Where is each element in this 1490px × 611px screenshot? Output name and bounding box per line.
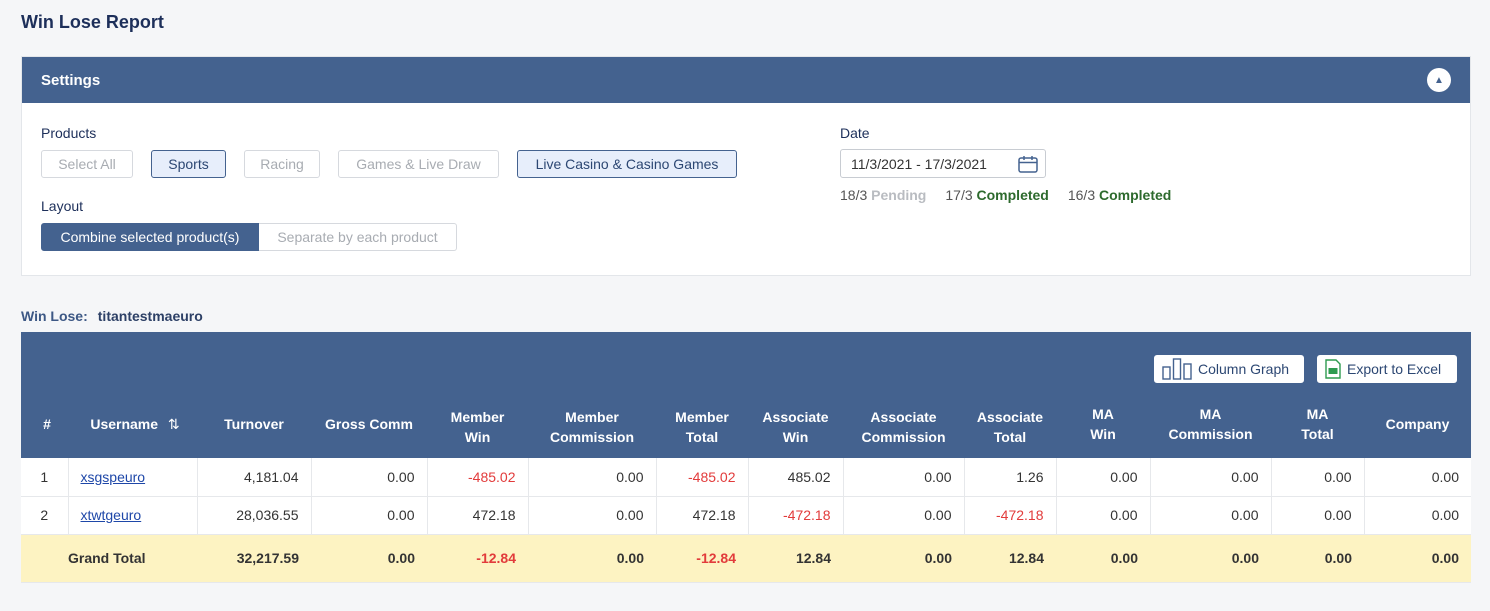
date-label: Date — [840, 125, 870, 141]
products-label: Products — [41, 125, 97, 141]
layout-separate-button[interactable]: Separate by each product — [259, 223, 457, 251]
ma-total-cell: 0.00 — [1271, 458, 1365, 497]
username-cell: xtwtgeuro — [68, 496, 198, 535]
assoc-win-cell: -472.18 — [748, 496, 844, 535]
layout-combine-button[interactable]: Combine selected product(s) — [41, 223, 259, 251]
col-header-index: # — [43, 416, 51, 432]
date-status-row: 18/3 Pending 17/3 Completed 16/3 Complet… — [840, 187, 1171, 203]
date-status-item: 16/3 Completed — [1067, 187, 1172, 203]
gross-comm-cell: 0.00 — [311, 458, 428, 497]
assoc-total-cell: -472.18 — [964, 496, 1057, 535]
report-panel: Column Graph Export to Excel # Username … — [21, 332, 1471, 583]
member-comm-cell: 0.00 — [528, 496, 657, 535]
export-excel-button[interactable]: Export to Excel — [1317, 355, 1457, 383]
assoc-total-cell: 1.26 — [964, 458, 1057, 497]
settings-panel: Settings ▲ Products Select All Sports Ra… — [21, 56, 1471, 276]
member-win-cell: -485.02 — [427, 458, 529, 497]
settings-header[interactable]: Settings ▲ — [22, 57, 1470, 103]
grand-total-label: Grand Total — [21, 534, 197, 583]
col-header-ma-commission: MA Commission — [1168, 406, 1253, 442]
member-comm-cell: 0.00 — [528, 458, 657, 497]
winlose-label: Win Lose: — [21, 308, 88, 324]
calendar-icon[interactable] — [1018, 155, 1038, 173]
ma-comm-cell: 0.00 — [1150, 458, 1272, 497]
settings-title: Settings — [41, 71, 101, 89]
grand-member-total: -12.84 — [656, 534, 748, 583]
product-racing[interactable]: Racing — [244, 150, 320, 178]
col-header-ma-win: MA Win — [1090, 406, 1116, 442]
grand-member-comm: 0.00 — [528, 534, 656, 583]
turnover-cell: 4,181.04 — [197, 458, 312, 497]
col-header-associate-total: Associate Total — [976, 409, 1044, 445]
col-header-associate-win: Associate Win — [762, 409, 829, 445]
turnover-cell: 28,036.55 — [197, 496, 312, 535]
date-status-item: 18/3 Pending — [840, 187, 927, 203]
member-win-cell: 472.18 — [427, 496, 529, 535]
col-header-username[interactable]: Username ⇅ — [73, 414, 197, 434]
ma-total-cell: 0.00 — [1271, 496, 1365, 535]
member-total-cell: -485.02 — [656, 458, 749, 497]
col-header-gross-comm: Gross Comm — [325, 416, 413, 432]
assoc-win-cell: 485.02 — [748, 458, 844, 497]
winlose-heading: Win Lose: titantestmaeuro — [21, 308, 203, 324]
report-table: 1 xsgspeuro 4,181.04 0.00 -485.02 0.00 -… — [21, 458, 1471, 583]
layout-toggle: Combine selected product(s) Separate by … — [41, 223, 457, 251]
grand-assoc-total: 12.84 — [964, 534, 1056, 583]
assoc-comm-cell: 0.00 — [843, 458, 965, 497]
grand-ma-total: 0.00 — [1271, 534, 1364, 583]
grand-ma-comm: 0.00 — [1150, 534, 1271, 583]
date-status-item: 17/3 Completed — [945, 187, 1049, 203]
date-range-input[interactable]: 11/3/2021 - 17/3/2021 — [840, 149, 1046, 178]
col-header-associate-commission: Associate Commission — [861, 409, 946, 445]
company-cell: 0.00 — [1364, 458, 1471, 497]
gross-comm-cell: 0.00 — [311, 496, 428, 535]
layout-label: Layout — [41, 198, 84, 214]
page-title: Win Lose Report — [21, 12, 164, 32]
grand-gross-comm: 0.00 — [311, 534, 427, 583]
grand-total-row: Grand Total 32,217.59 0.00 -12.84 0.00 -… — [21, 534, 1471, 583]
assoc-comm-cell: 0.00 — [843, 496, 965, 535]
col-header-ma-total: MA Total — [1301, 406, 1334, 442]
bar-chart-icon — [1162, 358, 1192, 380]
col-header-turnover: Turnover — [224, 416, 284, 432]
username-cell: xsgspeuro — [68, 458, 198, 497]
grand-assoc-comm: 0.00 — [843, 534, 964, 583]
column-graph-button[interactable]: Column Graph — [1154, 355, 1304, 383]
row-index: 2 — [21, 496, 69, 535]
product-games-live-draw[interactable]: Games & Live Draw — [338, 150, 499, 178]
column-graph-label: Column Graph — [1198, 361, 1290, 377]
excel-file-icon — [1325, 359, 1341, 379]
product-select-all[interactable]: Select All — [41, 150, 133, 178]
username-link[interactable]: xtwtgeuro — [81, 507, 142, 523]
username-link[interactable]: xsgspeuro — [81, 469, 146, 485]
report-header: Column Graph Export to Excel # Username … — [21, 332, 1471, 458]
table-row: 1 xsgspeuro 4,181.04 0.00 -485.02 0.00 -… — [21, 458, 1471, 497]
ma-win-cell: 0.00 — [1056, 458, 1151, 497]
table-row: 2 xtwtgeuro 28,036.55 0.00 472.18 0.00 4… — [21, 496, 1471, 535]
ma-win-cell: 0.00 — [1056, 496, 1151, 535]
grand-ma-win: 0.00 — [1056, 534, 1150, 583]
col-header-company: Company — [1385, 416, 1450, 432]
col-header-member-commission: Member Commission — [549, 409, 634, 445]
export-excel-label: Export to Excel — [1347, 361, 1442, 377]
product-sports[interactable]: Sports — [151, 150, 226, 178]
ma-comm-cell: 0.00 — [1150, 496, 1272, 535]
grand-turnover: 32,217.59 — [197, 534, 311, 583]
winlose-account: titantestmaeuro — [97, 308, 203, 324]
sort-icon[interactable]: ⇅ — [168, 416, 180, 432]
row-index: 1 — [21, 458, 69, 497]
member-total-cell: 472.18 — [656, 496, 749, 535]
grand-company: 0.00 — [1364, 534, 1471, 583]
date-range-value: 11/3/2021 - 17/3/2021 — [851, 155, 987, 172]
grand-assoc-win: 12.84 — [748, 534, 843, 583]
col-header-member-win: Member Win — [450, 409, 505, 445]
col-header-member-total: Member Total — [675, 409, 729, 445]
grand-member-win: -12.84 — [427, 534, 528, 583]
chevron-up-icon[interactable]: ▲ — [1427, 68, 1451, 92]
company-cell: 0.00 — [1364, 496, 1471, 535]
product-live-casino[interactable]: Live Casino & Casino Games — [517, 150, 737, 178]
